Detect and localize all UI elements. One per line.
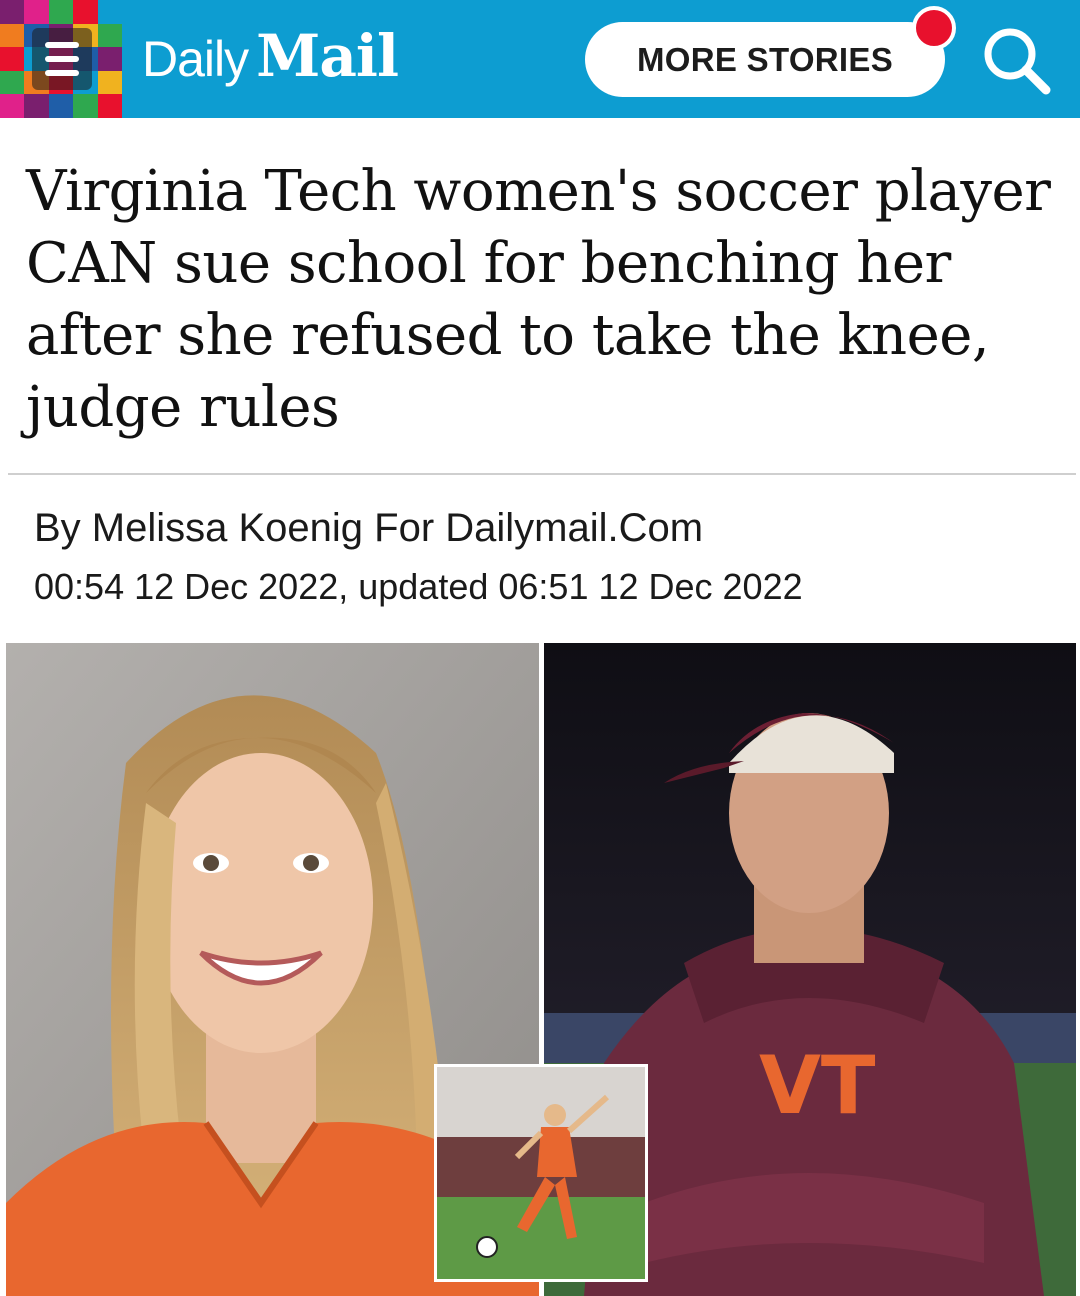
article-dateline: 00:54 12 Dec 2022, updated 06:51 12 Dec … xyxy=(34,566,803,607)
logo-daily-text: Daily xyxy=(142,31,249,87)
headline-divider xyxy=(8,473,1076,475)
hamburger-menu-icon[interactable] xyxy=(32,28,92,90)
player-kicking-inset-image[interactable] xyxy=(434,1064,648,1282)
search-icon[interactable] xyxy=(976,20,1058,102)
more-stories-button[interactable]: MORE STORIES xyxy=(585,22,945,97)
site-header: Daily Mail MORE STORIES xyxy=(0,0,1080,118)
svg-text:VT: VT xyxy=(759,1039,876,1132)
article-headline: Virginia Tech women's soccer player CAN … xyxy=(26,159,1051,440)
logo-mail-text: Mail xyxy=(256,22,399,90)
notification-dot-icon xyxy=(912,6,956,50)
daily-mail-logo[interactable]: Daily Mail xyxy=(142,22,399,96)
article-byline: By Melissa Koenig For Dailymail.Com xyxy=(34,506,704,550)
